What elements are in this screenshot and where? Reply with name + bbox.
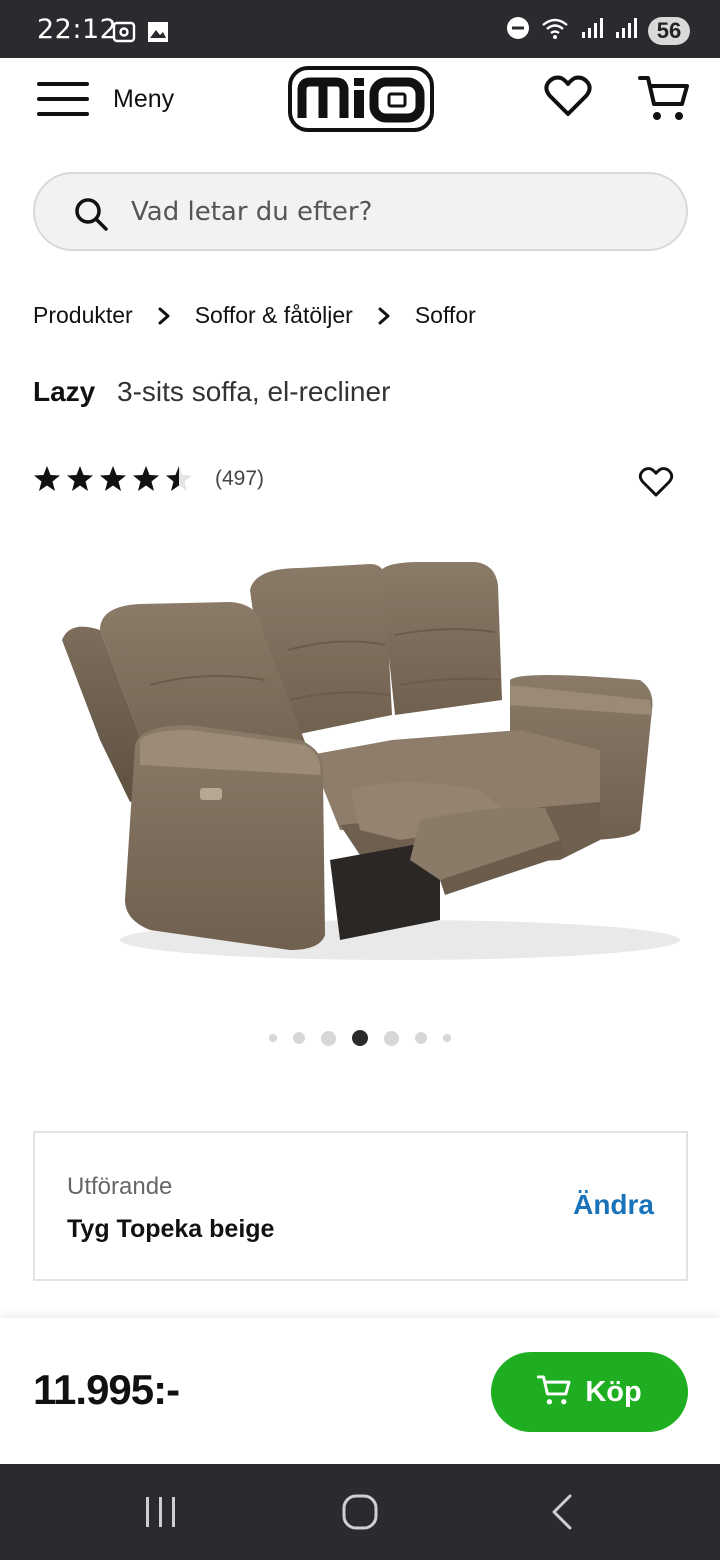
dnd-icon xyxy=(506,16,530,45)
buy-button[interactable]: Köp xyxy=(491,1352,688,1432)
carousel-dot[interactable] xyxy=(293,1032,305,1044)
carousel-dot[interactable] xyxy=(269,1034,277,1042)
variant-selector[interactable]: Utförande Tyg Topeka beige Ändra xyxy=(33,1131,688,1281)
heart-icon xyxy=(638,467,674,502)
cart-button[interactable] xyxy=(638,72,690,129)
chevron-right-icon xyxy=(157,306,171,326)
change-variant-link[interactable]: Ändra xyxy=(573,1189,654,1221)
star-icon xyxy=(100,466,126,491)
star-icon xyxy=(34,466,60,491)
status-left-icons xyxy=(112,20,170,49)
product-price: 11.995:- xyxy=(33,1366,180,1413)
carousel-dots xyxy=(0,1030,720,1046)
buy-label: Köp xyxy=(585,1375,642,1408)
review-count[interactable]: (497) xyxy=(215,467,264,491)
variant-value: Tyg Topeka beige xyxy=(67,1215,275,1243)
variant-label: Utförande xyxy=(67,1173,173,1200)
hamburger-icon xyxy=(37,80,91,123)
home-icon[interactable] xyxy=(342,1494,378,1535)
carousel-dot[interactable] xyxy=(415,1032,427,1044)
star-icon xyxy=(67,466,93,491)
product-favorite-button[interactable] xyxy=(638,466,674,503)
status-bar: 22:12 56 xyxy=(0,0,720,58)
breadcrumb-produkter[interactable]: Produkter xyxy=(33,302,133,329)
chevron-right-icon xyxy=(377,306,391,326)
sofa-illustration xyxy=(62,562,680,960)
screenshot-icon xyxy=(112,20,136,49)
breadcrumb-soffor-fatoljer[interactable]: Soffor & fåtöljer xyxy=(195,302,353,329)
product-rating[interactable]: (497) xyxy=(33,465,264,493)
site-header: Meny xyxy=(0,58,720,148)
signal-icon xyxy=(614,16,638,45)
back-icon[interactable] xyxy=(548,1494,578,1535)
carousel-dot-active[interactable] xyxy=(352,1030,368,1046)
product-title: Lazy 3-sits soffa, el-recliner xyxy=(33,376,390,408)
wifi-icon xyxy=(540,16,570,45)
carousel-dot[interactable] xyxy=(384,1030,399,1046)
carousel-dot[interactable] xyxy=(321,1030,336,1046)
search-icon xyxy=(73,196,109,237)
status-right-icons: 56 xyxy=(506,16,690,45)
star-rating xyxy=(33,465,193,493)
product-brand: Lazy xyxy=(33,376,96,407)
menu-button[interactable] xyxy=(37,80,91,123)
system-nav-bar xyxy=(0,1464,720,1560)
star-icon xyxy=(133,466,159,491)
menu-label[interactable]: Meny xyxy=(113,85,174,114)
battery-icon: 56 xyxy=(648,16,690,45)
wishlist-button[interactable] xyxy=(544,74,592,123)
cart-icon xyxy=(537,1373,571,1412)
gallery-icon xyxy=(146,20,170,49)
recent-apps-icon[interactable] xyxy=(143,1494,179,1535)
heart-icon xyxy=(544,75,592,122)
product-image[interactable] xyxy=(40,540,680,980)
signal-icon xyxy=(580,16,604,45)
cart-icon xyxy=(638,76,690,128)
carousel-dot[interactable] xyxy=(443,1034,451,1042)
search-input[interactable] xyxy=(131,188,651,236)
purchase-bar: 11.995:- Köp xyxy=(0,1318,720,1464)
search-bar[interactable] xyxy=(33,172,688,251)
product-description: 3-sits soffa, el-recliner xyxy=(117,376,391,407)
mio-logo[interactable] xyxy=(288,66,434,139)
breadcrumb: Produkter Soffor & fåtöljer Soffor xyxy=(33,302,476,329)
breadcrumb-soffor[interactable]: Soffor xyxy=(415,302,476,329)
star-icon xyxy=(166,466,192,491)
status-time: 22:12 xyxy=(37,14,118,45)
